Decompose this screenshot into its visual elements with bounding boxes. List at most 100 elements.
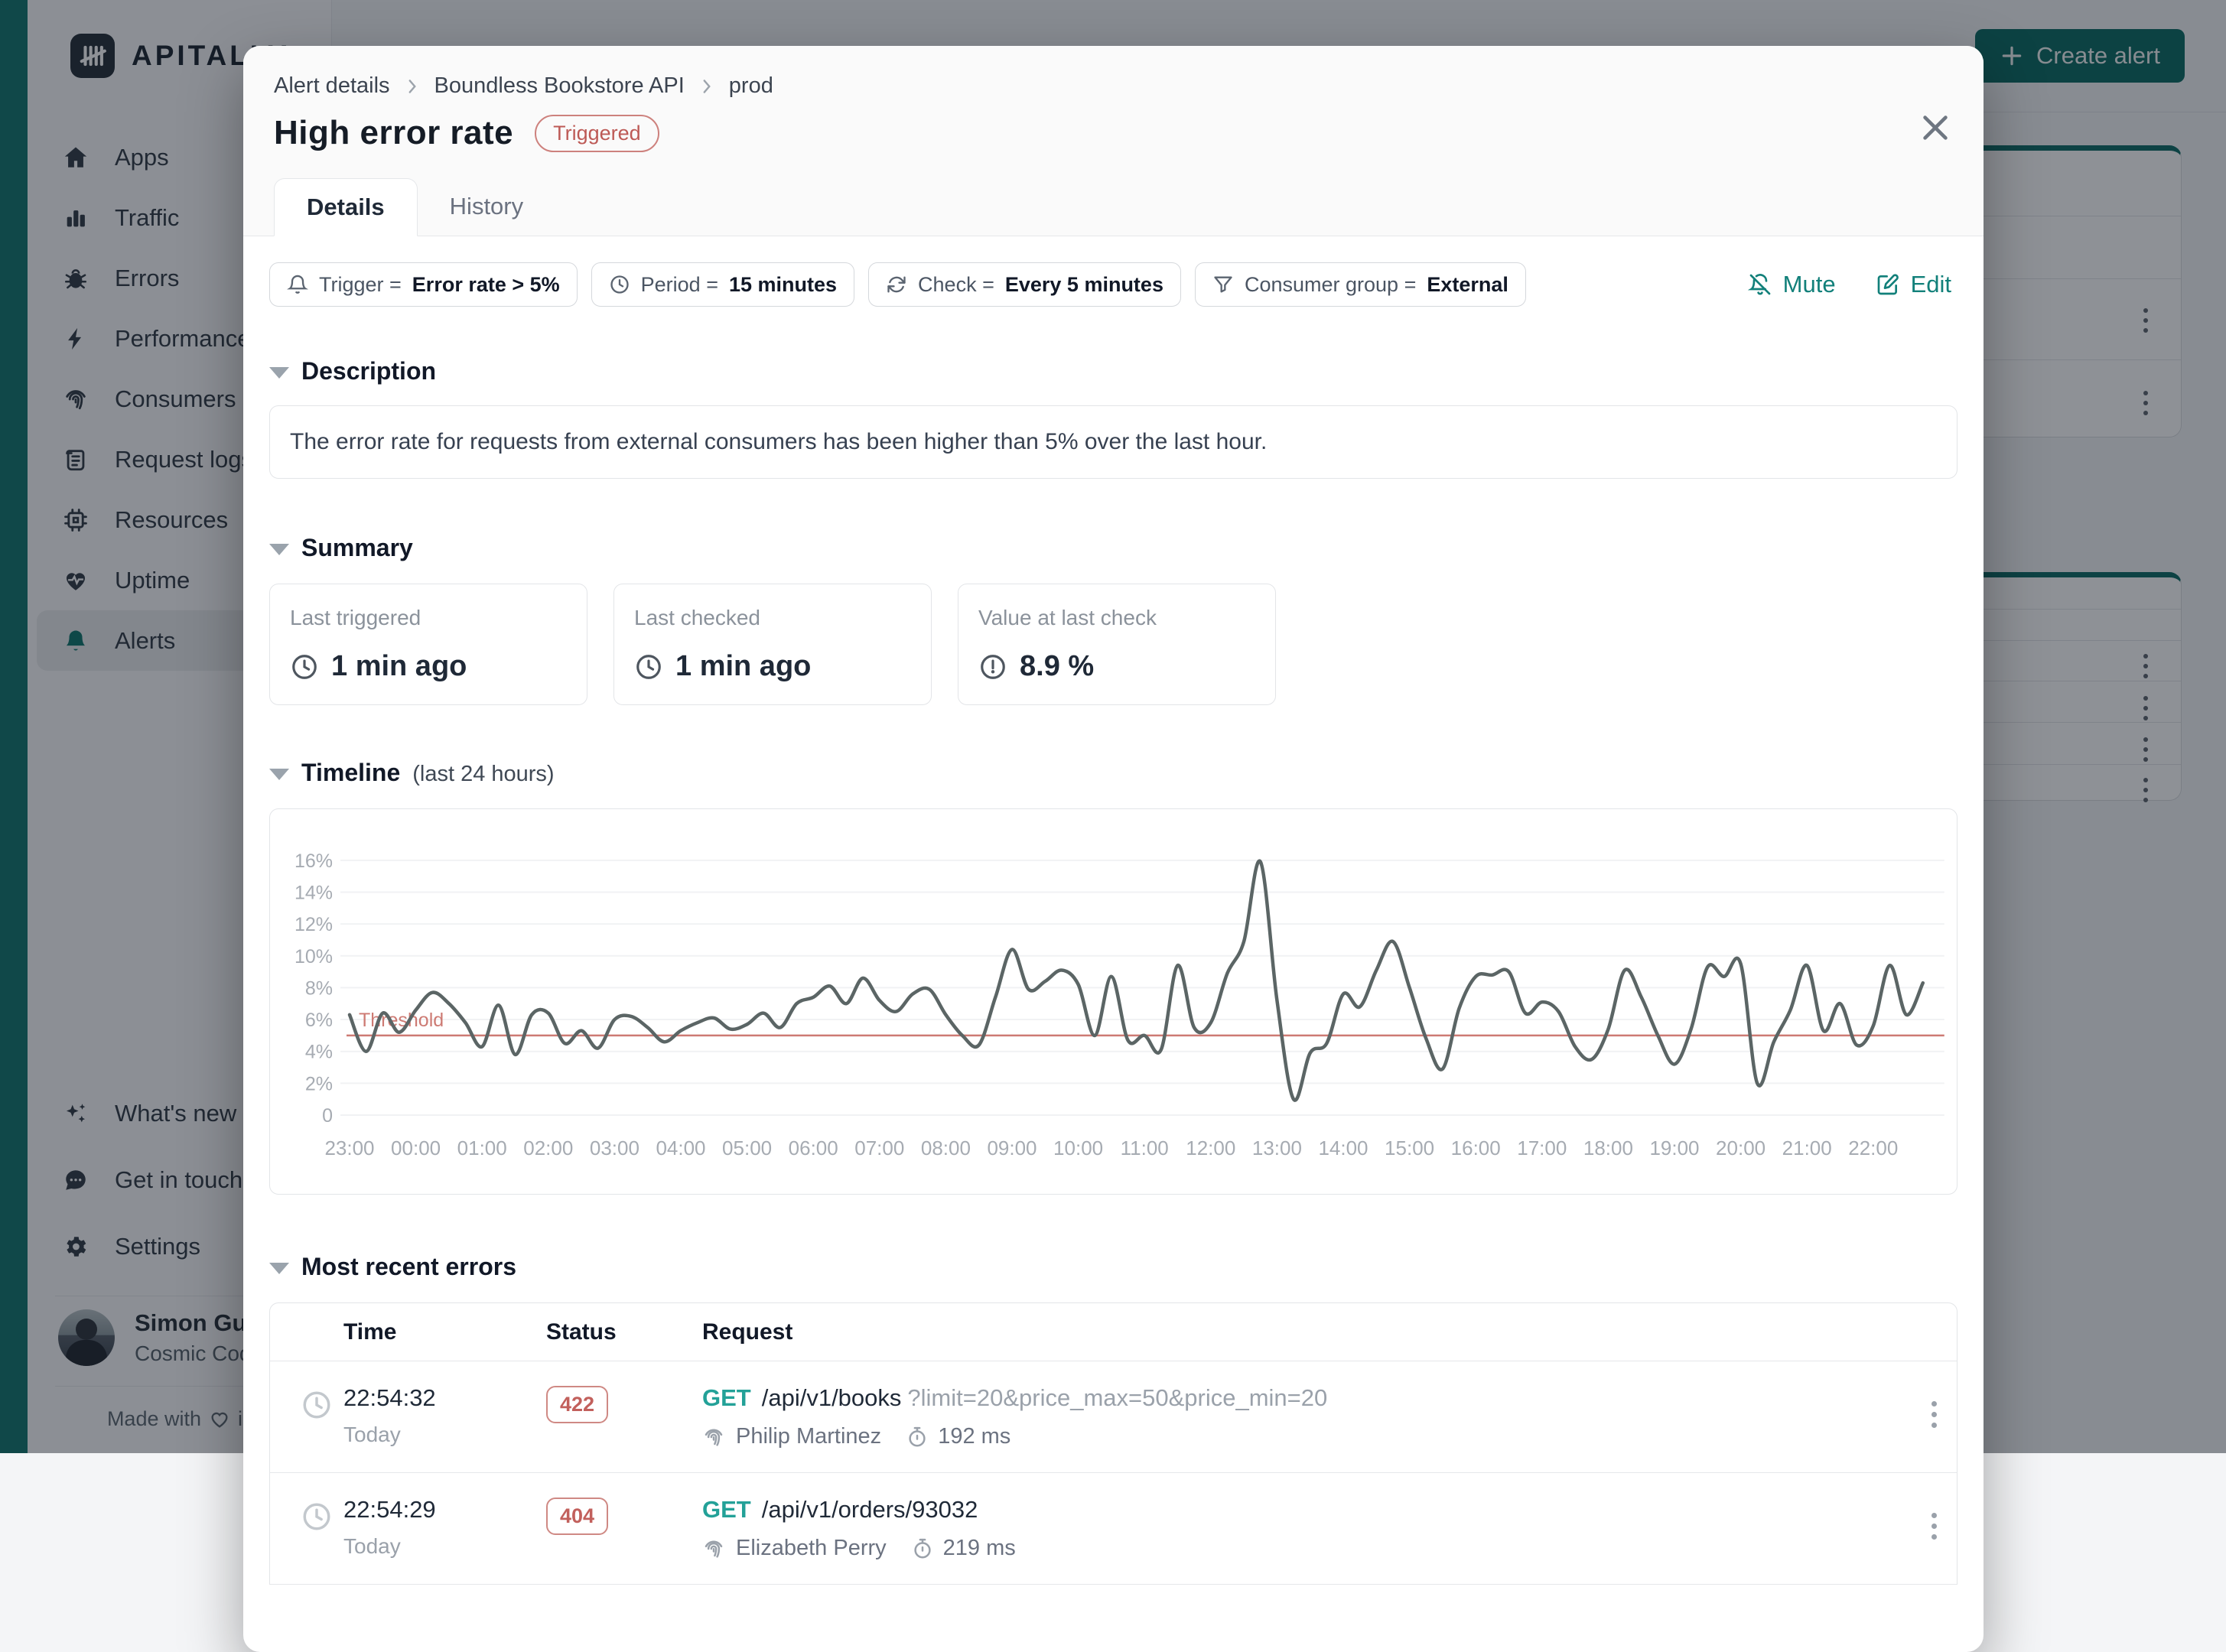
clock-icon <box>290 652 319 681</box>
svg-text:03:00: 03:00 <box>590 1137 639 1159</box>
clock-icon <box>301 1501 333 1533</box>
svg-text:18:00: 18:00 <box>1583 1137 1633 1159</box>
request-path: /api/v1/books <box>762 1384 902 1411</box>
alert-circle-icon <box>978 652 1007 681</box>
svg-text:16:00: 16:00 <box>1451 1137 1501 1159</box>
table-row[interactable]: 22:54:29 Today 404 GET/api/v1/orders/930… <box>270 1473 1957 1585</box>
kebab-menu-icon[interactable] <box>1918 1507 1949 1546</box>
chevron-right-icon <box>697 76 717 96</box>
breadcrumb-env[interactable]: prod <box>729 73 773 99</box>
timeline-range: (last 24 hours) <box>412 762 554 787</box>
mute-button[interactable]: Mute <box>1748 271 1836 298</box>
close-button[interactable] <box>1918 110 1953 145</box>
svg-text:00:00: 00:00 <box>391 1137 441 1159</box>
section-heading: Timeline (last 24 hours) <box>301 759 555 787</box>
request-path: /api/v1/orders/93032 <box>762 1496 978 1523</box>
svg-text:12%: 12% <box>295 914 333 935</box>
alert-details-modal: Alert details Boundless Bookstore API pr… <box>243 46 1984 1652</box>
chevron-down-icon[interactable] <box>269 769 289 780</box>
svg-text:02:00: 02:00 <box>523 1137 573 1159</box>
svg-text:14%: 14% <box>295 882 333 903</box>
breadcrumb-alert-details[interactable]: Alert details <box>274 73 390 99</box>
breadcrumb-app[interactable]: Boundless Bookstore API <box>434 73 685 99</box>
chevron-down-icon[interactable] <box>269 367 289 379</box>
svg-text:06:00: 06:00 <box>789 1137 838 1159</box>
fingerprint-icon <box>702 1537 725 1560</box>
chevron-right-icon <box>402 76 422 96</box>
error-date: Today <box>343 1534 546 1559</box>
edit-button[interactable]: Edit <box>1876 271 1951 298</box>
consumer-name: Philip Martinez <box>736 1424 881 1449</box>
status-badge: Triggered <box>535 115 659 152</box>
svg-text:12:00: 12:00 <box>1186 1137 1235 1159</box>
alert-conditions: Trigger = Error rate > 5% Period = 15 mi… <box>269 262 1958 307</box>
clock-icon <box>301 1389 333 1421</box>
clock-icon <box>609 274 630 295</box>
section-timeline: Timeline (last 24 hours) <box>269 759 1958 787</box>
tab-details[interactable]: Details <box>274 178 418 236</box>
modal-header: Alert details Boundless Bookstore API pr… <box>243 46 1984 236</box>
tab-bar: Details History <box>274 178 1953 236</box>
section-most-recent-errors: Most recent errors <box>269 1253 1958 1281</box>
svg-text:19:00: 19:00 <box>1649 1137 1699 1159</box>
svg-text:15:00: 15:00 <box>1385 1137 1434 1159</box>
error-time: 22:54:29 <box>343 1496 546 1524</box>
chip-trigger: Trigger = Error rate > 5% <box>269 262 578 307</box>
section-description: Description <box>269 357 1958 385</box>
svg-text:16%: 16% <box>295 850 333 872</box>
svg-text:4%: 4% <box>305 1042 333 1063</box>
svg-text:2%: 2% <box>305 1073 333 1094</box>
svg-text:17:00: 17:00 <box>1517 1137 1567 1159</box>
tab-history[interactable]: History <box>418 178 555 236</box>
svg-text:6%: 6% <box>305 1010 333 1031</box>
svg-text:20:00: 20:00 <box>1716 1137 1766 1159</box>
error-date: Today <box>343 1423 546 1447</box>
bell-icon <box>287 274 308 295</box>
section-heading: Description <box>301 357 436 385</box>
chevron-down-icon[interactable] <box>269 1263 289 1274</box>
svg-text:10:00: 10:00 <box>1053 1137 1103 1159</box>
section-summary: Summary <box>269 534 1958 562</box>
table-row[interactable]: 22:54:32 Today 422 GET/api/v1/books?limi… <box>270 1361 1957 1473</box>
svg-text:05:00: 05:00 <box>722 1137 772 1159</box>
duration: 192 ms <box>938 1424 1010 1449</box>
chevron-down-icon[interactable] <box>269 544 289 555</box>
status-code-badge: 404 <box>546 1498 608 1535</box>
errors-table: Time Status Request 22:54:32 Today 422 G… <box>269 1302 1958 1585</box>
svg-text:13:00: 13:00 <box>1252 1137 1302 1159</box>
section-heading: Most recent errors <box>301 1253 516 1281</box>
section-heading: Summary <box>301 534 413 562</box>
svg-text:08:00: 08:00 <box>921 1137 971 1159</box>
svg-text:0: 0 <box>322 1105 333 1127</box>
chip-consumer-group: Consumer group = External <box>1195 262 1526 307</box>
duration: 219 ms <box>943 1536 1016 1561</box>
svg-text:10%: 10% <box>295 946 333 967</box>
chip-period: Period = 15 minutes <box>591 262 854 307</box>
status-code-badge: 422 <box>546 1386 608 1423</box>
timeline-chart-card: 02%4%6%8%10%12%14%16%23:0000:0001:0002:0… <box>269 808 1958 1195</box>
svg-text:21:00: 21:00 <box>1782 1137 1832 1159</box>
http-method: GET <box>702 1496 751 1523</box>
stopwatch-icon <box>906 1426 929 1449</box>
refresh-icon <box>886 274 907 295</box>
svg-text:07:00: 07:00 <box>854 1137 904 1159</box>
svg-text:04:00: 04:00 <box>656 1137 705 1159</box>
error-time: 22:54:32 <box>343 1384 546 1412</box>
timeline-chart-svg: 02%4%6%8%10%12%14%16%23:0000:0001:0002:0… <box>270 809 1957 1195</box>
funnel-icon <box>1212 274 1234 295</box>
svg-text:Threshold: Threshold <box>359 1010 444 1031</box>
fingerprint-icon <box>702 1426 725 1449</box>
bell-off-icon <box>1748 272 1772 297</box>
summary-card-last-triggered: Last triggered 1 min ago <box>269 584 587 705</box>
summary-card-last-checked: Last checked 1 min ago <box>613 584 932 705</box>
kebab-menu-icon[interactable] <box>1918 1395 1949 1434</box>
svg-text:14:00: 14:00 <box>1318 1137 1368 1159</box>
summary-card-value-at-last-check: Value at last check 8.9 % <box>958 584 1276 705</box>
edit-icon <box>1876 272 1900 297</box>
description-text: The error rate for requests from externa… <box>269 405 1958 479</box>
request-query: ?limit=20&price_max=50&price_min=20 <box>907 1384 1327 1411</box>
consumer-name: Elizabeth Perry <box>736 1536 887 1561</box>
page-title: High error rate <box>274 114 513 152</box>
svg-text:01:00: 01:00 <box>457 1137 507 1159</box>
svg-text:22:00: 22:00 <box>1848 1137 1898 1159</box>
